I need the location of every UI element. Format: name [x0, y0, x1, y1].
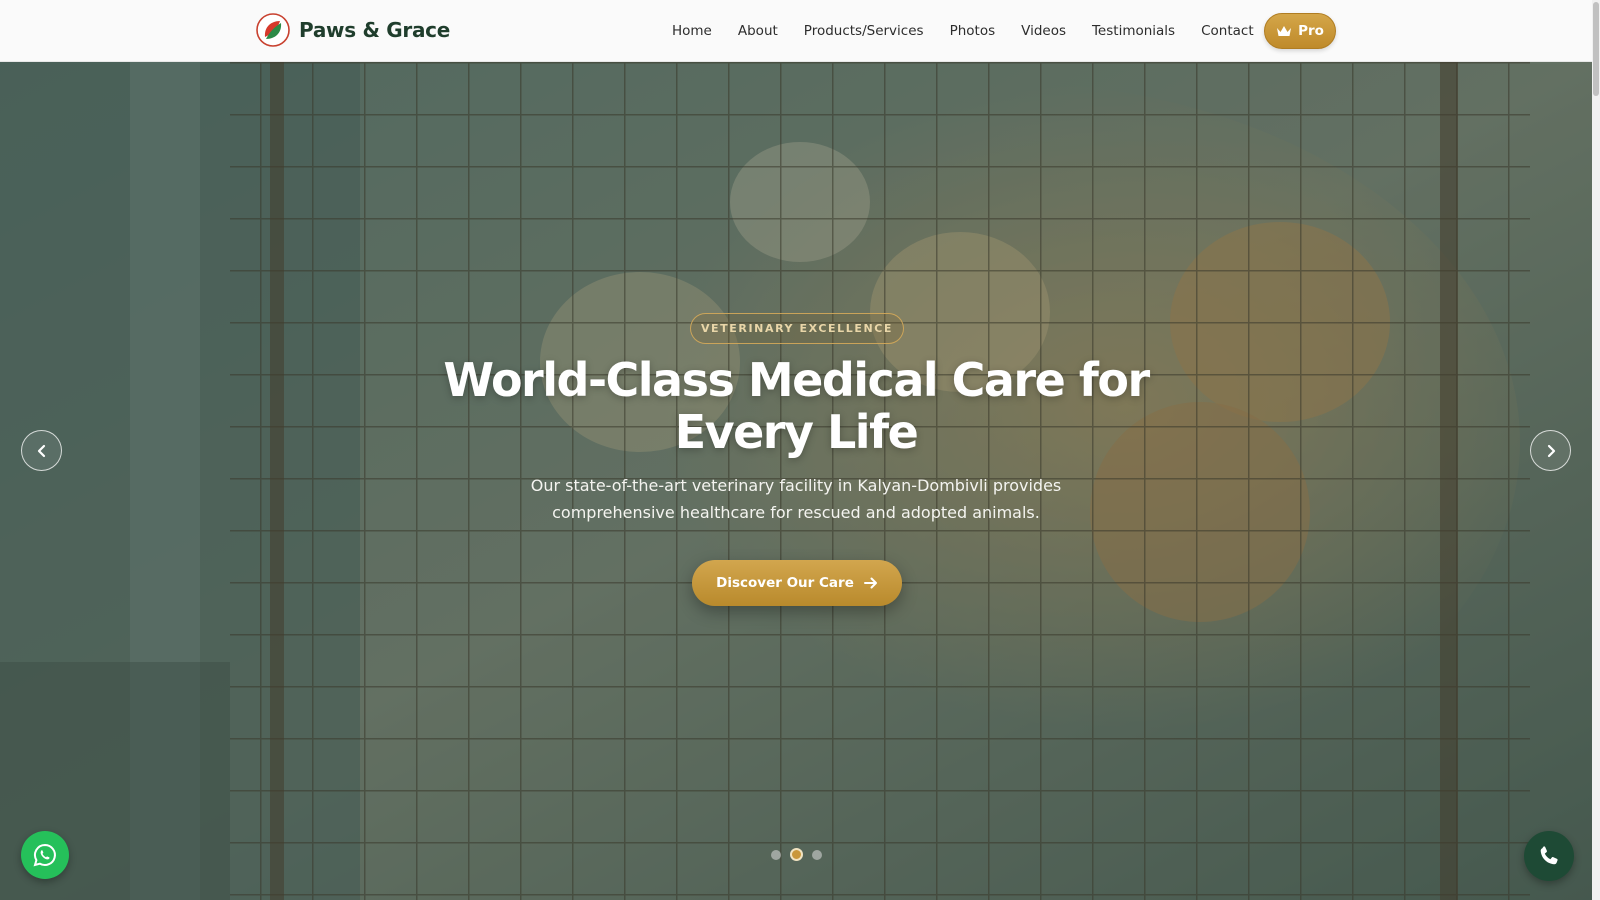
nav-photos[interactable]: Photos [950, 23, 996, 39]
slider-dot[interactable] [771, 849, 781, 860]
nav-about[interactable]: About [738, 23, 778, 39]
crown-icon [1277, 26, 1292, 36]
hero-title: World-Class Medical Care for Every Life [443, 353, 1150, 459]
brand-name: Paws & Grace [299, 18, 450, 42]
hero-badge: VETERINARY EXCELLENCE [690, 313, 904, 344]
page-scrollbar[interactable] [1592, 0, 1600, 900]
nav-home[interactable]: Home [672, 23, 712, 39]
nav-testimonials[interactable]: Testimonials [1092, 23, 1175, 39]
main-nav: Home About Products/Services Photos Vide… [672, 0, 1280, 62]
nav-products-services[interactable]: Products/Services [804, 23, 924, 39]
chevron-right-icon [1547, 444, 1555, 457]
hero-slider: VETERINARY EXCELLENCE World-Class Medica… [0, 62, 1592, 900]
nav-videos[interactable]: Videos [1021, 23, 1066, 39]
phone-call-button[interactable] [1524, 831, 1574, 881]
nav-contact[interactable]: Contact [1201, 23, 1254, 39]
scrollbar-thumb[interactable] [1593, 2, 1599, 96]
slider-next-button[interactable] [1530, 430, 1571, 471]
arrow-right-icon [863, 577, 877, 589]
brand[interactable]: Paws & Grace [256, 13, 450, 47]
site-header: Paws & Grace Home About Products/Service… [0, 0, 1592, 62]
whatsapp-button[interactable] [21, 831, 69, 879]
slider-prev-button[interactable] [21, 430, 62, 471]
pro-button[interactable]: Pro [1264, 13, 1336, 49]
chevron-left-icon [37, 444, 45, 457]
paw-leaf-logo-icon [256, 13, 290, 47]
whatsapp-icon [33, 843, 56, 867]
slider-dot-active[interactable] [790, 848, 803, 861]
cta-label: Discover Our Care [716, 575, 854, 591]
slider-dots [771, 848, 822, 861]
hero-subtitle: Our state-of-the-art veterinary facility… [530, 476, 1062, 522]
phone-icon [1540, 846, 1558, 865]
pro-label: Pro [1298, 23, 1324, 39]
slider-dot[interactable] [812, 849, 822, 860]
discover-care-button[interactable]: Discover Our Care [692, 560, 902, 606]
